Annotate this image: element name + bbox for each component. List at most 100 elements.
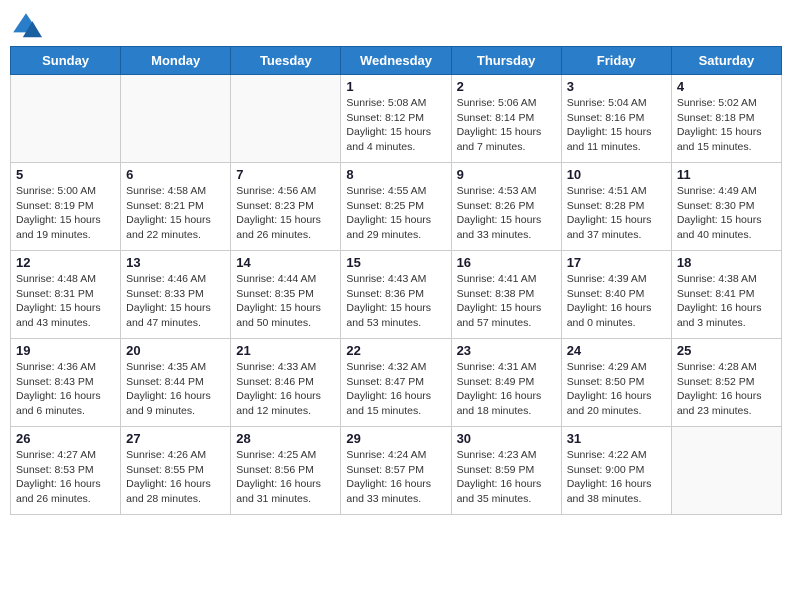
calendar-cell (11, 75, 121, 163)
day-info: Sunrise: 4:41 AM Sunset: 8:38 PM Dayligh… (457, 272, 556, 331)
calendar-week-row: 1 Sunrise: 5:08 AM Sunset: 8:12 PM Daylig… (11, 75, 782, 163)
calendar-cell: 22 Sunrise: 4:32 AM Sunset: 8:47 PM Dayli… (341, 339, 451, 427)
day-info: Sunrise: 4:49 AM Sunset: 8:30 PM Dayligh… (677, 184, 776, 243)
day-number: 16 (457, 255, 556, 270)
calendar-cell: 31 Sunrise: 4:22 AM Sunset: 9:00 PM Dayli… (561, 427, 671, 515)
calendar-cell (231, 75, 341, 163)
calendar-cell: 6 Sunrise: 4:58 AM Sunset: 8:21 PM Daylig… (121, 163, 231, 251)
day-info: Sunrise: 4:28 AM Sunset: 8:52 PM Dayligh… (677, 360, 776, 419)
day-number: 1 (346, 79, 445, 94)
page-header (10, 10, 782, 42)
day-info: Sunrise: 4:43 AM Sunset: 8:36 PM Dayligh… (346, 272, 445, 331)
calendar-cell: 16 Sunrise: 4:41 AM Sunset: 8:38 PM Dayli… (451, 251, 561, 339)
day-number: 29 (346, 431, 445, 446)
day-number: 17 (567, 255, 666, 270)
day-info: Sunrise: 5:00 AM Sunset: 8:19 PM Dayligh… (16, 184, 115, 243)
calendar-cell: 5 Sunrise: 5:00 AM Sunset: 8:19 PM Daylig… (11, 163, 121, 251)
day-info: Sunrise: 5:02 AM Sunset: 8:18 PM Dayligh… (677, 96, 776, 155)
calendar-cell (671, 427, 781, 515)
day-info: Sunrise: 4:23 AM Sunset: 8:59 PM Dayligh… (457, 448, 556, 507)
calendar-cell: 7 Sunrise: 4:56 AM Sunset: 8:23 PM Daylig… (231, 163, 341, 251)
calendar-cell: 10Sunrise: 4:51 AM Sunset: 8:28 PM Dayli… (561, 163, 671, 251)
calendar-cell: 17 Sunrise: 4:39 AM Sunset: 8:40 PM Dayli… (561, 251, 671, 339)
day-info: Sunrise: 4:39 AM Sunset: 8:40 PM Dayligh… (567, 272, 666, 331)
day-info: Sunrise: 4:36 AM Sunset: 8:43 PM Dayligh… (16, 360, 115, 419)
calendar-week-row: 5 Sunrise: 5:00 AM Sunset: 8:19 PM Daylig… (11, 163, 782, 251)
day-number: 7 (236, 167, 335, 182)
day-number: 8 (346, 167, 445, 182)
weekday-header: Monday (121, 47, 231, 75)
day-number: 22 (346, 343, 445, 358)
calendar-table: SundayMondayTuesdayWednesdayThursdayFrid… (10, 46, 782, 515)
day-number: 3 (567, 79, 666, 94)
day-info: Sunrise: 4:33 AM Sunset: 8:46 PM Dayligh… (236, 360, 335, 419)
day-number: 4 (677, 79, 776, 94)
day-info: Sunrise: 4:26 AM Sunset: 8:55 PM Dayligh… (126, 448, 225, 507)
weekday-header: Saturday (671, 47, 781, 75)
logo (10, 10, 46, 42)
day-number: 20 (126, 343, 225, 358)
day-info: Sunrise: 4:22 AM Sunset: 9:00 PM Dayligh… (567, 448, 666, 507)
calendar-cell: 3 Sunrise: 5:04 AM Sunset: 8:16 PM Daylig… (561, 75, 671, 163)
calendar-cell: 18Sunrise: 4:38 AM Sunset: 8:41 PM Dayli… (671, 251, 781, 339)
calendar-cell: 8 Sunrise: 4:55 AM Sunset: 8:25 PM Daylig… (341, 163, 451, 251)
day-info: Sunrise: 5:08 AM Sunset: 8:12 PM Dayligh… (346, 96, 445, 155)
calendar-cell: 28Sunrise: 4:25 AM Sunset: 8:56 PM Dayli… (231, 427, 341, 515)
day-number: 6 (126, 167, 225, 182)
day-number: 27 (126, 431, 225, 446)
day-number: 26 (16, 431, 115, 446)
calendar-cell: 4 Sunrise: 5:02 AM Sunset: 8:18 PM Daylig… (671, 75, 781, 163)
day-number: 9 (457, 167, 556, 182)
day-info: Sunrise: 4:25 AM Sunset: 8:56 PM Dayligh… (236, 448, 335, 507)
day-info: Sunrise: 4:58 AM Sunset: 8:21 PM Dayligh… (126, 184, 225, 243)
day-number: 30 (457, 431, 556, 446)
day-info: Sunrise: 4:46 AM Sunset: 8:33 PM Dayligh… (126, 272, 225, 331)
calendar-cell: 30 Sunrise: 4:23 AM Sunset: 8:59 PM Dayli… (451, 427, 561, 515)
day-number: 31 (567, 431, 666, 446)
day-info: Sunrise: 4:29 AM Sunset: 8:50 PM Dayligh… (567, 360, 666, 419)
weekday-header: Tuesday (231, 47, 341, 75)
day-info: Sunrise: 4:48 AM Sunset: 8:31 PM Dayligh… (16, 272, 115, 331)
weekday-header: Thursday (451, 47, 561, 75)
day-info: Sunrise: 4:24 AM Sunset: 8:57 PM Dayligh… (346, 448, 445, 507)
calendar-cell: 12 Sunrise: 4:48 AM Sunset: 8:31 PM Dayli… (11, 251, 121, 339)
day-number: 18 (677, 255, 776, 270)
day-info: Sunrise: 4:56 AM Sunset: 8:23 PM Dayligh… (236, 184, 335, 243)
day-info: Sunrise: 5:06 AM Sunset: 8:14 PM Dayligh… (457, 96, 556, 155)
calendar-cell: 15Sunrise: 4:43 AM Sunset: 8:36 PM Dayli… (341, 251, 451, 339)
day-info: Sunrise: 4:53 AM Sunset: 8:26 PM Dayligh… (457, 184, 556, 243)
calendar-week-row: 12 Sunrise: 4:48 AM Sunset: 8:31 PM Dayli… (11, 251, 782, 339)
calendar-cell: 14Sunrise: 4:44 AM Sunset: 8:35 PM Dayli… (231, 251, 341, 339)
calendar-week-row: 19 Sunrise: 4:36 AM Sunset: 8:43 PM Dayli… (11, 339, 782, 427)
day-info: Sunrise: 4:32 AM Sunset: 8:47 PM Dayligh… (346, 360, 445, 419)
day-number: 5 (16, 167, 115, 182)
calendar-cell: 9 Sunrise: 4:53 AM Sunset: 8:26 PM Daylig… (451, 163, 561, 251)
calendar-cell: 2 Sunrise: 5:06 AM Sunset: 8:14 PM Daylig… (451, 75, 561, 163)
calendar-cell: 25 Sunrise: 4:28 AM Sunset: 8:52 PM Dayli… (671, 339, 781, 427)
calendar-cell: 20Sunrise: 4:35 AM Sunset: 8:44 PM Dayli… (121, 339, 231, 427)
calendar-cell: 29 Sunrise: 4:24 AM Sunset: 8:57 PM Dayli… (341, 427, 451, 515)
calendar-cell: 24 Sunrise: 4:29 AM Sunset: 8:50 PM Dayli… (561, 339, 671, 427)
day-number: 25 (677, 343, 776, 358)
day-info: Sunrise: 4:31 AM Sunset: 8:49 PM Dayligh… (457, 360, 556, 419)
day-number: 19 (16, 343, 115, 358)
day-info: Sunrise: 4:44 AM Sunset: 8:35 PM Dayligh… (236, 272, 335, 331)
weekday-header: Sunday (11, 47, 121, 75)
day-info: Sunrise: 4:55 AM Sunset: 8:25 PM Dayligh… (346, 184, 445, 243)
calendar-cell: 19 Sunrise: 4:36 AM Sunset: 8:43 PM Dayli… (11, 339, 121, 427)
day-number: 11 (677, 167, 776, 182)
calendar-cell: 11 Sunrise: 4:49 AM Sunset: 8:30 PM Dayli… (671, 163, 781, 251)
calendar-cell (121, 75, 231, 163)
day-number: 12 (16, 255, 115, 270)
day-number: 2 (457, 79, 556, 94)
day-number: 23 (457, 343, 556, 358)
day-number: 24 (567, 343, 666, 358)
day-info: Sunrise: 5:04 AM Sunset: 8:16 PM Dayligh… (567, 96, 666, 155)
day-number: 10 (567, 167, 666, 182)
calendar-cell: 13 Sunrise: 4:46 AM Sunset: 8:33 PM Dayli… (121, 251, 231, 339)
day-number: 13 (126, 255, 225, 270)
calendar-cell: 23 Sunrise: 4:31 AM Sunset: 8:49 PM Dayli… (451, 339, 561, 427)
calendar-week-row: 26Sunrise: 4:27 AM Sunset: 8:53 PM Dayli… (11, 427, 782, 515)
weekday-header: Friday (561, 47, 671, 75)
calendar-cell: 1 Sunrise: 5:08 AM Sunset: 8:12 PM Daylig… (341, 75, 451, 163)
